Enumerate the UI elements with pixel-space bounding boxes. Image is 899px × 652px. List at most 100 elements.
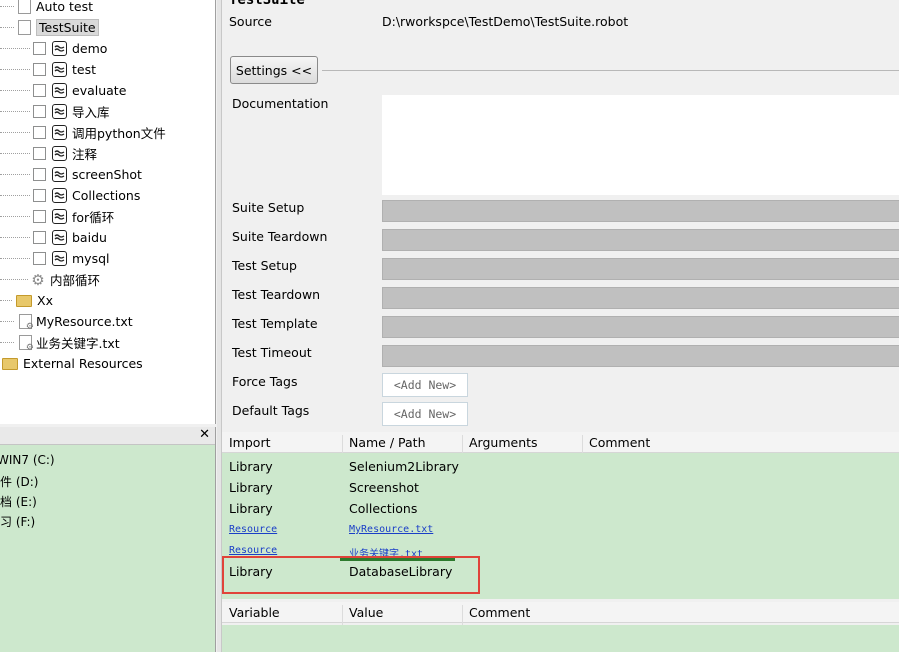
tree-item-evaluate[interactable]: evaluate (0, 80, 126, 101)
tree-item-myresource[interactable]: MyResource.txt (0, 311, 133, 332)
tree-item-test[interactable]: test (0, 59, 96, 80)
import-type-cell[interactable]: Library (229, 480, 273, 495)
import-name-link[interactable]: MyResource.txt (349, 524, 433, 535)
test-timeout-field[interactable] (382, 345, 899, 367)
keyword-icon (52, 188, 67, 203)
suite-editor: TestSuite Source D:\rworkspce\TestDemo\T… (222, 0, 899, 652)
keyword-icon (52, 104, 67, 119)
checkbox[interactable] (33, 63, 46, 76)
tree-item-baidu[interactable]: baidu (0, 227, 107, 248)
test-teardown-field[interactable] (382, 287, 899, 309)
import-name-cell[interactable]: Collections (349, 501, 417, 516)
import-type-cell[interactable]: Library (229, 501, 273, 516)
tree-item-inner-loop[interactable]: ⚙ 内部循环 (0, 269, 100, 290)
documentation-field[interactable] (382, 95, 899, 195)
checkbox[interactable] (33, 231, 46, 244)
resource-file-icon (19, 335, 34, 353)
keyword-icon (52, 209, 67, 224)
keyword-icon (52, 125, 67, 140)
tree-item-call-python[interactable]: 调用python文件 (0, 122, 166, 143)
force-tags-label: Force Tags (232, 374, 298, 389)
keyword-icon (52, 251, 67, 266)
explorer-header: ✕ (0, 427, 215, 445)
column-header-variable[interactable]: Variable (229, 605, 280, 620)
column-header-arguments[interactable]: Arguments (469, 435, 538, 450)
checkbox[interactable] (33, 126, 46, 139)
import-type-link[interactable]: Resource (229, 524, 277, 535)
import-name-cell[interactable]: Selenium2Library (349, 459, 459, 474)
suite-teardown-field[interactable] (382, 229, 899, 251)
gear-icon: ⚙ (31, 270, 45, 289)
tree-item-xx[interactable]: Xx (0, 290, 53, 311)
suite-setup-field[interactable] (382, 200, 899, 222)
test-template-field[interactable] (382, 316, 899, 338)
file-explorer-panel: ✕ WIN7 (C:) 软件 (D:) 文档 (E:) 学习 (F:) (0, 427, 216, 652)
tree-item-external-resources[interactable]: External Resources (0, 353, 143, 374)
checkbox[interactable] (33, 147, 46, 160)
import-type-link[interactable]: Resource (229, 545, 277, 556)
test-setup-field[interactable] (382, 258, 899, 280)
test-timeout-label: Test Timeout (232, 345, 312, 360)
source-path: D:\rworkspce\TestDemo\TestSuite.robot (382, 14, 629, 29)
tree-item-demo[interactable]: demo (0, 38, 107, 59)
column-header-var-comment[interactable]: Comment (469, 605, 530, 620)
ride-window: Auto test TestSuite demo test evaluate 导… (0, 0, 899, 652)
resource-file-icon (19, 314, 34, 332)
column-header-import[interactable]: Import (229, 435, 271, 450)
column-header-value[interactable]: Value (349, 605, 383, 620)
source-label: Source (229, 14, 272, 29)
documentation-label: Documentation (232, 96, 329, 111)
tree-item-auto-test[interactable]: Auto test (0, 0, 93, 17)
checkbox[interactable] (33, 189, 46, 202)
keyword-icon (52, 62, 67, 77)
tree-item-screenshot[interactable]: screenShot (0, 164, 142, 185)
import-name-cell[interactable]: Screenshot (349, 480, 419, 495)
default-tags-label: Default Tags (232, 403, 310, 418)
tree-item-mysql[interactable]: mysql (0, 248, 110, 269)
checkbox[interactable] (33, 105, 46, 118)
folder-icon (2, 357, 18, 370)
force-tags-add-new[interactable]: <Add New> (382, 373, 468, 397)
suite-file-icon (18, 0, 31, 14)
suite-title: TestSuite (229, 0, 305, 8)
settings-divider (322, 70, 899, 71)
settings-toggle-button[interactable]: Settings << (230, 56, 318, 84)
test-tree: Auto test TestSuite demo test evaluate 导… (0, 0, 216, 424)
tree-item-collections[interactable]: Collections (0, 185, 140, 206)
keyword-icon (52, 146, 67, 161)
tree-item-testsuite[interactable]: TestSuite (0, 17, 99, 38)
checkbox[interactable] (33, 168, 46, 181)
checkbox[interactable] (33, 42, 46, 55)
test-template-label: Test Template (232, 316, 318, 331)
annotation-highlight-box (222, 556, 480, 594)
column-header-name-path[interactable]: Name / Path (349, 435, 426, 450)
suite-teardown-label: Suite Teardown (232, 229, 328, 244)
checkbox[interactable] (33, 210, 46, 223)
drive-e[interactable]: 文档 (E:) (0, 493, 37, 510)
tree-item-business-keywords[interactable]: 业务关键字.txt (0, 332, 120, 353)
import-type-cell[interactable]: Library (229, 459, 273, 474)
suite-setup-label: Suite Setup (232, 200, 305, 215)
default-tags-add-new[interactable]: <Add New> (382, 402, 468, 426)
keyword-icon (52, 167, 67, 182)
suite-file-icon (18, 20, 31, 35)
drive-c[interactable]: WIN7 (C:) (0, 453, 55, 467)
test-teardown-label: Test Teardown (232, 287, 321, 302)
tree-item-import-lib[interactable]: 导入库 (0, 101, 110, 122)
checkbox[interactable] (33, 252, 46, 265)
column-header-comment[interactable]: Comment (589, 435, 650, 450)
keyword-icon (52, 41, 67, 56)
checkbox[interactable] (33, 84, 46, 97)
tree-item-comment[interactable]: 注释 (0, 143, 97, 164)
drive-d[interactable]: 软件 (D:) (0, 473, 38, 490)
keyword-icon (52, 83, 67, 98)
variable-table-header: Variable Value Comment (222, 602, 899, 626)
close-icon[interactable]: ✕ (199, 427, 210, 442)
keyword-icon (52, 230, 67, 245)
drive-f[interactable]: 学习 (F:) (0, 513, 35, 530)
import-table-header: Import Name / Path Arguments Comment (222, 432, 899, 456)
test-setup-label: Test Setup (232, 258, 297, 273)
folder-icon (16, 294, 32, 307)
variable-table (222, 625, 899, 652)
tree-item-for-loop[interactable]: for循环 (0, 206, 114, 227)
